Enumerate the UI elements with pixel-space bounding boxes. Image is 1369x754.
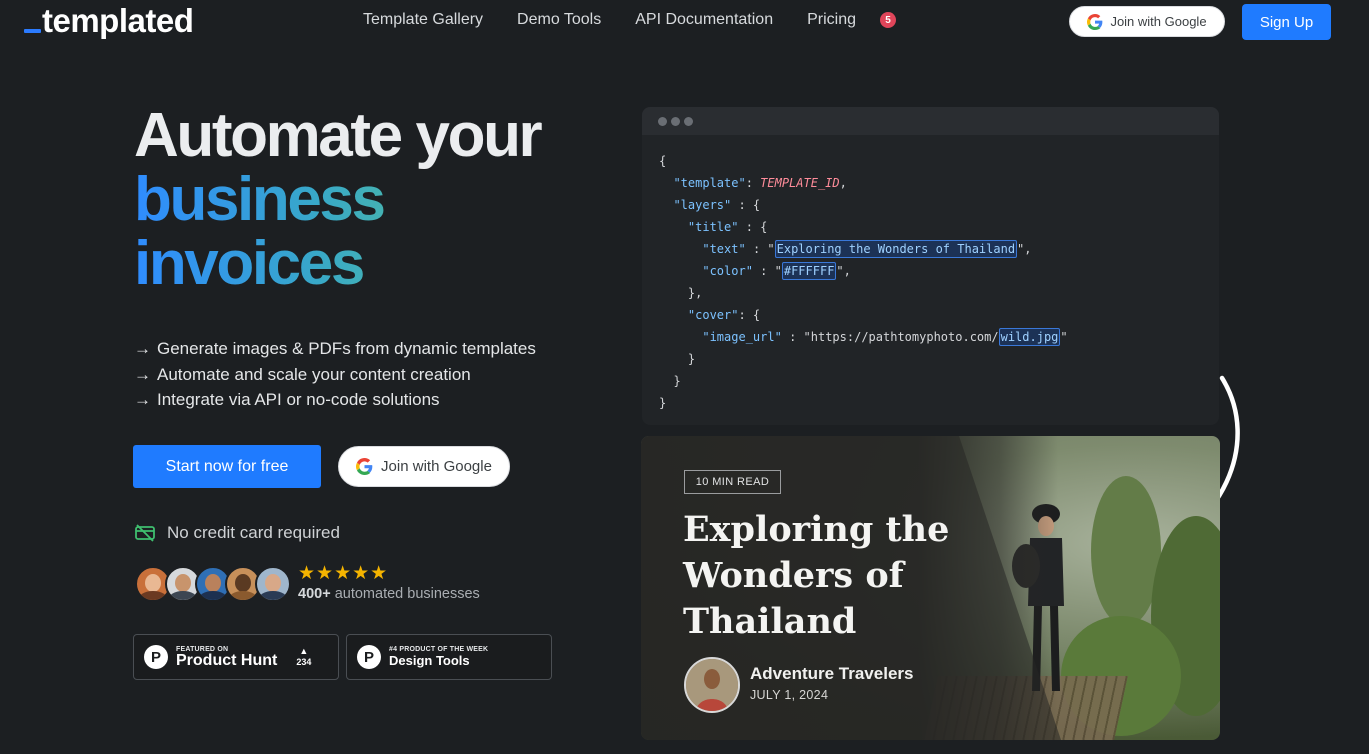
- nav-link-template-gallery[interactable]: Template Gallery: [363, 11, 483, 29]
- notification-badge: 5: [880, 12, 896, 28]
- feature-item: → Automate and scale your content creatio…: [134, 362, 536, 388]
- five-star-rating-icon: ★★★★★: [298, 563, 389, 584]
- rating-count: 400+: [298, 586, 331, 602]
- join-with-google-hero-button[interactable]: Join with Google: [338, 446, 510, 487]
- logo[interactable]: templated: [24, 2, 194, 40]
- feature-text: Integrate via API or no-code solutions: [157, 390, 440, 409]
- hero-title-line-1: Automate your: [134, 101, 543, 170]
- hero-title-line-3: invoices: [134, 232, 540, 296]
- code-value: TEMPLATE_ID: [760, 176, 840, 190]
- feature-text: Automate and scale your content creation: [157, 364, 471, 384]
- potw-badge-text: #4 PRODUCT OF THE WEEK Design Tools: [389, 646, 488, 669]
- read-time-tag: 10 MIN READ: [684, 470, 781, 494]
- join-with-google-label: Join with Google: [1110, 14, 1207, 29]
- no-credit-card-text: No credit card required: [167, 523, 340, 542]
- logo-text: templated: [42, 2, 194, 39]
- code-highlight: #FFFFFF: [781, 262, 837, 280]
- arrow-right-icon: →: [134, 390, 151, 409]
- code-key: "title": [687, 220, 739, 234]
- arrow-right-icon: →: [134, 339, 151, 358]
- feature-item: → Integrate via API or no-code solutions: [134, 387, 536, 413]
- product-hunt-logo-icon: P: [144, 645, 168, 669]
- nav-link-demo-tools[interactable]: Demo Tools: [517, 11, 601, 29]
- code-key: "layers": [673, 198, 732, 212]
- main-nav: Template Gallery Demo Tools API Document…: [363, 11, 896, 29]
- product-of-the-week-badge[interactable]: P #4 PRODUCT OF THE WEEK Design Tools: [346, 634, 552, 680]
- rating-caption: automated businesses: [334, 586, 480, 602]
- code-key: "text": [702, 242, 746, 256]
- card-title: Exploring the Wonders of Thailand: [683, 509, 950, 642]
- code-key: "cover": [687, 308, 739, 322]
- code-key: "template": [673, 176, 746, 190]
- code-key: "color": [702, 264, 753, 278]
- product-hunt-badge-text: FEATURED ON Product Hunt: [176, 646, 277, 669]
- badge-big-text: Product Hunt: [176, 651, 278, 669]
- upvote-triangle-icon: ▲: [299, 646, 309, 656]
- upvote-number: 234: [296, 657, 312, 667]
- google-icon: [356, 458, 373, 475]
- rating-block: ★★★★★ 400+ automated businesses: [298, 563, 480, 603]
- window-dot-icon: [684, 116, 693, 126]
- arrow-right-icon: →: [134, 364, 151, 384]
- google-icon: [1087, 13, 1103, 30]
- avatar: [255, 566, 291, 602]
- code-string: https://pathtomyphoto.com/: [810, 330, 999, 344]
- feature-item: → Generate images & PDFs from dynamic tem…: [134, 336, 536, 362]
- start-now-button[interactable]: Start now for free: [133, 445, 321, 488]
- feature-text: Generate images & PDFs from dynamic temp…: [157, 339, 536, 358]
- hero-title-line-2: business: [134, 168, 540, 232]
- code-window-titlebar: [642, 107, 1219, 135]
- no-credit-card-note: No credit card required: [134, 523, 340, 543]
- logo-underscore-mark: [24, 29, 41, 33]
- author-name: Adventure Travelers: [750, 664, 914, 683]
- code-highlight: Exploring the Wonders of Thailand: [774, 240, 1018, 258]
- window-dot-icon: [658, 116, 667, 126]
- code-key: "image_url": [702, 330, 782, 344]
- product-hunt-featured-badge[interactable]: P FEATURED ON Product Hunt ▲ 234: [133, 634, 339, 680]
- product-hunt-logo-icon: P: [357, 645, 381, 669]
- window-dot-icon: [671, 116, 680, 126]
- no-credit-card-icon: [135, 524, 155, 542]
- sign-up-button[interactable]: Sign Up: [1242, 4, 1331, 40]
- join-with-google-nav-button[interactable]: Join with Google: [1069, 6, 1225, 37]
- badge-big-text: Design Tools: [389, 652, 470, 668]
- customer-avatars: [135, 566, 291, 602]
- badge-small-text: #4 PRODUCT OF THE WEEK: [389, 645, 489, 653]
- join-with-google-label: Join with Google: [381, 458, 492, 475]
- feature-list: → Generate images & PDFs from dynamic tem…: [134, 336, 536, 413]
- author-photo-icon: [686, 659, 738, 711]
- author-avatar: [684, 657, 740, 713]
- publish-date: JULY 1, 2024: [750, 688, 829, 702]
- upvote-count: ▲ 234: [296, 646, 311, 668]
- nav-link-pricing[interactable]: Pricing: [807, 11, 856, 29]
- rating-text: 400+ automated businesses: [298, 586, 480, 602]
- nav-link-api-documentation[interactable]: API Documentation: [635, 11, 773, 29]
- code-highlight: wild.jpg: [998, 328, 1061, 346]
- hero-title: Automate your business invoices: [134, 101, 543, 296]
